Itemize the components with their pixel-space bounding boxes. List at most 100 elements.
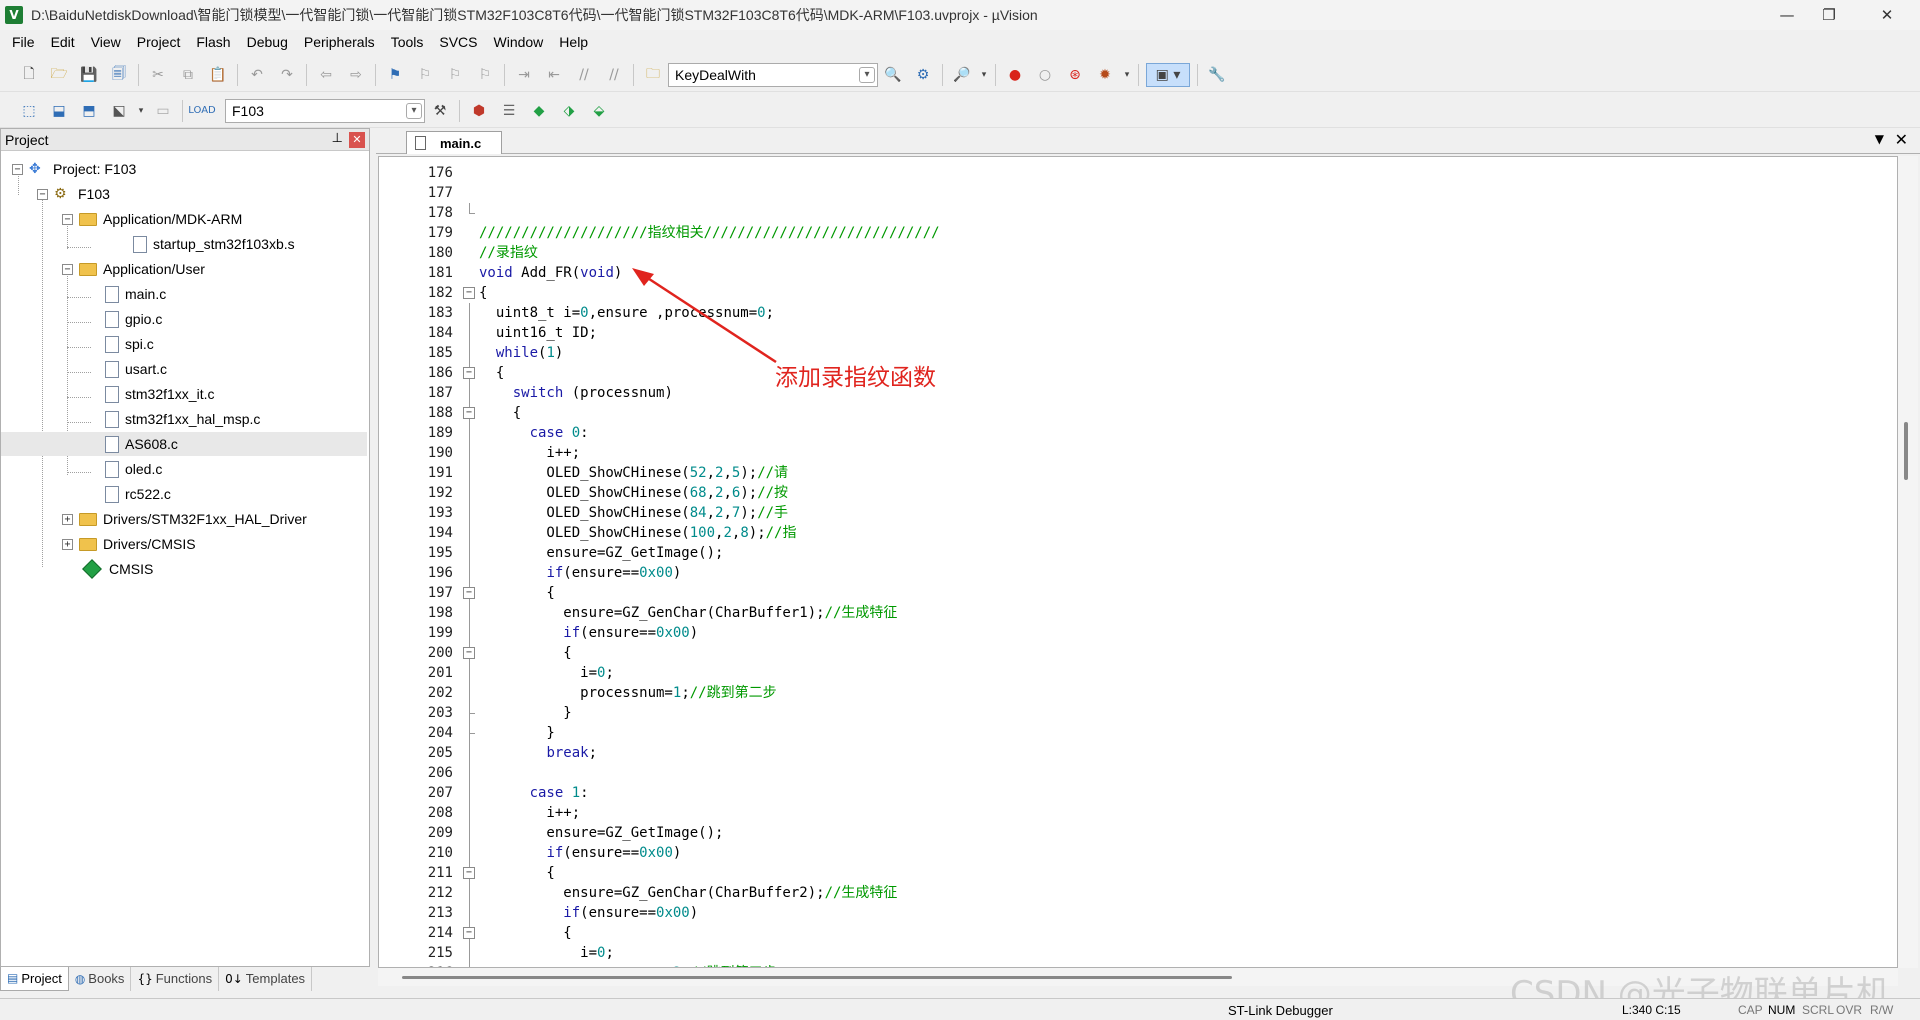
collapse-icon[interactable]: − (463, 587, 475, 599)
chevron-down-icon[interactable]: ▾ (406, 102, 422, 119)
disable-breakpoint-icon[interactable]: ○ (1033, 63, 1057, 87)
rebuild-icon[interactable]: ⬒ (77, 99, 101, 123)
expand-icon[interactable]: + (62, 538, 73, 550)
tab-books[interactable]: ◍ Books (69, 966, 132, 991)
tree-item-file[interactable]: gpio.c (1, 307, 367, 331)
code-line[interactable]: if(ensure==0x00) (479, 563, 1879, 583)
code-line[interactable]: if(ensure==0x00) (479, 903, 1879, 923)
tree-item-folder[interactable]: − Application/User (1, 257, 367, 281)
code-line[interactable]: ensure=GZ_GetImage(); (479, 823, 1879, 843)
cut-icon[interactable]: ✂ (146, 63, 170, 87)
navigate-back-icon[interactable]: ⇦ (314, 63, 338, 87)
code-line[interactable]: OLED_ShowCHinese(68,2,6);//按 (479, 483, 1879, 503)
expand-icon[interactable]: + (62, 513, 73, 525)
tab-list-dropdown-icon[interactable]: ▼ (1875, 132, 1884, 146)
code-line[interactable]: processnum=1;//跳到第二步 (479, 683, 1879, 703)
maximize-button[interactable]: ❐ (1806, 0, 1852, 30)
menu-project[interactable]: Project (129, 30, 189, 54)
menu-debug[interactable]: Debug (239, 30, 296, 54)
tree-item-file[interactable]: stm32f1xx_it.c (1, 382, 367, 406)
new-file-icon[interactable]: 🗋 (17, 63, 41, 87)
code-line[interactable]: if(ensure==0x00) (479, 843, 1879, 863)
tree-item-file[interactable]: oled.c (1, 457, 367, 481)
menu-flash[interactable]: Flash (188, 30, 238, 54)
tree-item-file[interactable]: startup_stm32f103xb.s (1, 232, 367, 256)
download-icon[interactable]: LOAD (188, 99, 215, 123)
code-editor[interactable]: 176 177 178 179 180 181 182 183 184 185 186 187 188 1… (378, 156, 1898, 968)
menu-window[interactable]: Window (486, 30, 552, 54)
code-line[interactable]: { (479, 863, 1879, 883)
code-line[interactable]: i=0; (479, 663, 1879, 683)
target-combo[interactable]: F103 ▾ (225, 98, 425, 123)
code-line[interactable]: i++; (479, 443, 1879, 463)
close-icon[interactable]: ✕ (349, 132, 365, 148)
code-line[interactable] (479, 203, 1879, 223)
code-line[interactable]: if(ensure==0x00) (479, 623, 1879, 643)
collapse-icon[interactable]: − (463, 287, 475, 299)
menu-tools[interactable]: Tools (383, 30, 432, 54)
tree-item-folder[interactable]: + Drivers/CMSIS (1, 532, 367, 556)
code-line[interactable] (479, 183, 1879, 203)
redo-icon[interactable]: ↷ (275, 63, 299, 87)
configure-icon[interactable]: 🔧 (1205, 63, 1229, 87)
code-line[interactable]: { (479, 923, 1879, 943)
code-line[interactable]: ensure=GZ_GetImage(); (479, 543, 1879, 563)
tab-functions[interactable]: {} Functions (131, 966, 220, 991)
chevron-down-icon[interactable]: ▾ (1123, 63, 1131, 87)
code-line[interactable]: ensure=GZ_GenChar(CharBuffer1);//生成特征 (479, 603, 1879, 623)
find-in-files-icon[interactable]: 🗀 (641, 63, 665, 87)
code-line[interactable]: OLED_ShowCHinese(84,2,7);//手 (479, 503, 1879, 523)
code-line[interactable]: } (479, 723, 1879, 743)
tree-item-file[interactable]: rc522.c (1, 482, 367, 506)
code-line[interactable]: i++; (479, 803, 1879, 823)
close-window-button[interactable]: ✕ (1864, 0, 1910, 30)
tab-project[interactable]: ▤ Project (0, 966, 69, 991)
collapse-icon[interactable]: − (463, 867, 475, 879)
next-bookmark-icon[interactable]: ⚐ (443, 63, 467, 87)
manage-run-time-icon[interactable]: ◆ (527, 99, 551, 123)
component-icon[interactable]: ⬙ (587, 99, 611, 123)
unindent-icon[interactable]: ⇤ (542, 63, 566, 87)
collapse-icon[interactable]: − (12, 163, 23, 175)
menu-file[interactable]: File (4, 30, 43, 54)
debug-session-icon[interactable]: 🔎 (950, 63, 974, 87)
open-file-icon[interactable]: 🗁 (47, 63, 71, 87)
code-line[interactable]: ensure=GZ_GenChar(CharBuffer2);//生成特征 (479, 883, 1879, 903)
incremental-find-icon[interactable]: ⚙ (911, 63, 935, 87)
code-line[interactable]: i=0; (479, 943, 1879, 963)
menu-svcs[interactable]: SVCS (431, 30, 485, 54)
chevron-down-icon[interactable]: ▾ (859, 66, 875, 83)
clear-bookmarks-icon[interactable]: ⚐ (473, 63, 497, 87)
translate-icon[interactable]: ⬚ (17, 99, 41, 123)
tree-item-component[interactable]: CMSIS (1, 557, 367, 581)
code-line[interactable] (479, 763, 1879, 783)
code-line[interactable]: case 1: (479, 783, 1879, 803)
find-icon[interactable]: 🔍 (881, 63, 905, 87)
code-line[interactable]: case 0: (479, 423, 1879, 443)
code-line[interactable]: { (479, 643, 1879, 663)
chevron-down-icon[interactable]: ▾ (980, 63, 988, 87)
code-line[interactable]: { (479, 583, 1879, 603)
tree-item-target[interactable]: − ⚙ F103 (1, 182, 367, 206)
menu-help[interactable]: Help (551, 30, 596, 54)
tab-main-c[interactable]: main.c (406, 131, 502, 154)
prev-bookmark-icon[interactable]: ⚐ (413, 63, 437, 87)
collapse-icon[interactable]: − (463, 927, 475, 939)
copy-icon[interactable]: ⧉ (176, 63, 200, 87)
vertical-scrollbar-thumb[interactable] (1904, 422, 1908, 480)
collapse-icon[interactable]: − (463, 367, 475, 379)
clear-breakpoints-icon[interactable]: ✹ (1093, 63, 1117, 87)
chevron-down-icon[interactable]: ▾ (137, 99, 145, 123)
code-line[interactable]: ////////////////////指纹相关////////////////… (479, 223, 1879, 243)
code-line[interactable]: } (479, 703, 1879, 723)
horizontal-scrollbar-thumb[interactable] (402, 976, 1232, 979)
tree-item-project[interactable]: − ✥ Project: F103 (1, 157, 367, 181)
build-icon[interactable]: ⬓ (47, 99, 71, 123)
tree-item-file[interactable]: usart.c (1, 357, 367, 381)
code-line[interactable]: OLED_ShowCHinese(100,2,8);//指 (479, 523, 1879, 543)
code-line[interactable]: OLED_ShowCHinese(52,2,5);//请 (479, 463, 1879, 483)
indent-icon[interactable]: ⇥ (512, 63, 536, 87)
save-all-icon[interactable]: 🗐 (107, 63, 131, 87)
tree-item-folder[interactable]: + Drivers/STM32F1xx_HAL_Driver (1, 507, 367, 531)
close-tab-icon[interactable]: ✕ (1895, 130, 1908, 149)
